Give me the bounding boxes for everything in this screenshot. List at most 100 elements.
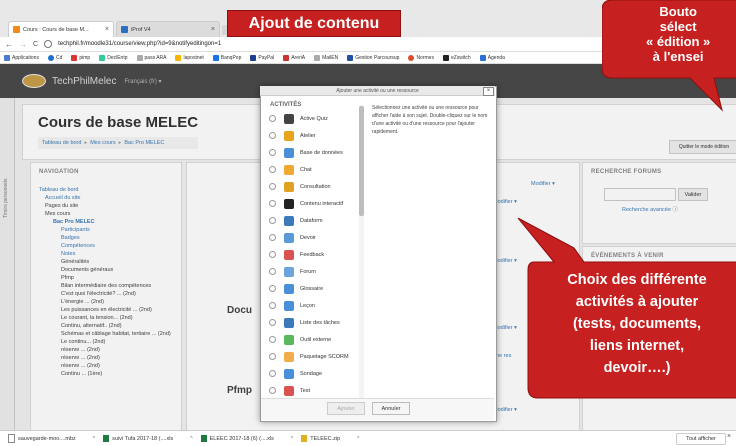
info-icon — [44, 40, 53, 48]
download-item[interactable]: ELEEC 2017-18 (6) (....xls ^ — [200, 435, 293, 442]
form-icon — [284, 215, 294, 226]
callout-line: sélect — [659, 19, 697, 34]
activity-label: Contenu interactif — [300, 200, 344, 207]
checklist-icon — [284, 317, 294, 328]
radio-button[interactable] — [269, 319, 276, 326]
callout-line: activités à ajouter — [575, 294, 699, 310]
chevron-up-icon[interactable]: ^ — [93, 436, 95, 442]
chat-icon — [284, 164, 294, 175]
radio-button[interactable] — [269, 336, 276, 343]
bookmark-item[interactable]: Normes — [408, 54, 434, 61]
radio-button[interactable] — [269, 370, 276, 377]
bookmark-item[interactable]: Applications — [4, 54, 39, 61]
chart-icon — [284, 181, 294, 192]
tab-iprof[interactable]: iProf V4 × — [116, 21, 220, 37]
download-item[interactable]: sauvegarde-moo....mbz ^ — [8, 434, 95, 443]
activity-option[interactable]: Atelier — [262, 127, 357, 144]
list-icon — [284, 113, 294, 124]
add-button[interactable]: Ajouter — [327, 402, 365, 415]
radio-button[interactable] — [269, 183, 276, 190]
activity-label: Liste des tâches — [300, 319, 340, 326]
tab-close-icon[interactable]: × — [105, 26, 109, 33]
bookmark-item[interactable]: Gestion Parcoursup — [347, 54, 399, 61]
activity-option[interactable]: Leçon — [262, 297, 357, 314]
radio-button[interactable] — [269, 285, 276, 292]
bookmark-item[interactable]: pimp — [71, 54, 90, 61]
callout-line: Bouto — [659, 4, 697, 19]
bookmark-item[interactable]: eZswitch — [442, 54, 471, 61]
forward-icon[interactable]: → — [19, 40, 27, 49]
callout-line: devoir….) — [603, 360, 671, 376]
radio-button[interactable] — [269, 149, 276, 156]
bookmark-item[interactable]: AreriA — [283, 54, 305, 61]
moodle-favicon-icon — [13, 26, 20, 33]
scrollbar-thumb[interactable] — [359, 106, 364, 216]
radio-button[interactable] — [269, 166, 276, 173]
activity-option[interactable]: Glossaire — [262, 280, 357, 297]
activity-option[interactable]: Chat — [262, 161, 357, 178]
close-icon[interactable]: × — [483, 87, 494, 96]
radio-button[interactable] — [269, 268, 276, 275]
tab-label: iProf V4 — [131, 26, 151, 33]
dialog-help-text: Sélectionnez une activité ou une ressour… — [372, 105, 488, 135]
activity-label: Chat — [300, 166, 312, 173]
download-item[interactable]: suivi Tufa 2017-18 (....xls ^ — [103, 435, 193, 442]
bookmark-item[interactable]: pass ARA — [136, 54, 166, 61]
bookmark-item[interactable]: lapostnet — [175, 54, 204, 61]
activity-option[interactable]: Paquetage SCORM — [262, 348, 357, 365]
puzzle-icon — [284, 334, 294, 345]
activity-label: Base de données — [300, 149, 343, 156]
activity-option[interactable]: Devoir — [262, 229, 357, 246]
activity-option[interactable]: Contenu interactif — [262, 195, 357, 212]
forum-icon — [284, 266, 294, 277]
download-item[interactable]: TELEEC.zip ^ — [301, 435, 360, 442]
activity-option[interactable]: Consultation — [262, 178, 357, 195]
bookmark-item[interactable]: DeclEntp — [99, 54, 128, 61]
file-icon — [8, 434, 15, 443]
activity-option[interactable]: Liste des tâches — [262, 314, 357, 331]
callout-line: Choix des différente — [567, 272, 707, 288]
chevron-up-icon[interactable]: ^ — [190, 436, 192, 442]
radio-button[interactable] — [269, 302, 276, 309]
radio-button[interactable] — [269, 387, 276, 394]
glossary-icon — [284, 283, 294, 294]
radio-button[interactable] — [269, 353, 276, 360]
activity-label: Test — [300, 387, 311, 394]
radio-button[interactable] — [269, 234, 276, 241]
activity-option[interactable]: Base de données — [262, 144, 357, 161]
activity-option[interactable]: Feedback — [262, 246, 357, 263]
bookmark-item[interactable]: Agenda — [479, 54, 505, 61]
activity-option[interactable]: Forum — [262, 263, 357, 280]
reload-icon[interactable]: C — [33, 41, 38, 48]
bookmark-item[interactable]: Cd — [47, 54, 62, 61]
tab-close-icon[interactable]: × — [211, 26, 215, 33]
activity-option[interactable]: Dataform — [262, 212, 357, 229]
feedback-icon — [284, 249, 294, 260]
radio-button[interactable] — [269, 200, 276, 207]
bookmark-item[interactable]: BanqPop — [212, 54, 241, 61]
bookmark-item[interactable]: MailEN — [314, 54, 338, 61]
activity-label: Dataform — [300, 217, 323, 224]
radio-button[interactable] — [269, 251, 276, 258]
activity-option[interactable]: Sondage — [262, 365, 357, 382]
bookmark-item[interactable]: PayPal — [250, 54, 274, 61]
radio-button[interactable] — [269, 217, 276, 224]
activity-label: Forum — [300, 268, 316, 275]
url-field[interactable]: techphil.fr/moodle31/course/view.php?id=… — [58, 41, 221, 47]
radio-button[interactable] — [269, 132, 276, 139]
activity-option[interactable]: Test — [262, 382, 357, 399]
callout-bottom-text: Choix des différente activités à ajouter… — [532, 269, 736, 379]
show-all-downloads-button[interactable]: Tout afficher — [676, 433, 726, 445]
download-label: sauvegarde-moo....mbz — [18, 435, 76, 442]
back-icon[interactable]: ← — [5, 40, 13, 49]
tab-moodle-course[interactable]: Cours : Cours de base M... × — [8, 21, 114, 37]
cancel-button[interactable]: Annuler — [372, 402, 410, 415]
radio-button[interactable] — [269, 115, 276, 122]
activity-option[interactable]: Outil externe — [262, 331, 357, 348]
iprof-favicon-icon — [121, 26, 128, 33]
activity-option[interactable]: Active Quiz — [262, 110, 357, 127]
callout-line: à l'ensei — [652, 49, 704, 64]
chevron-up-icon[interactable]: ^ — [291, 436, 293, 442]
chevron-up-icon[interactable]: ^ — [357, 436, 359, 442]
close-icon[interactable]: × — [727, 433, 731, 440]
